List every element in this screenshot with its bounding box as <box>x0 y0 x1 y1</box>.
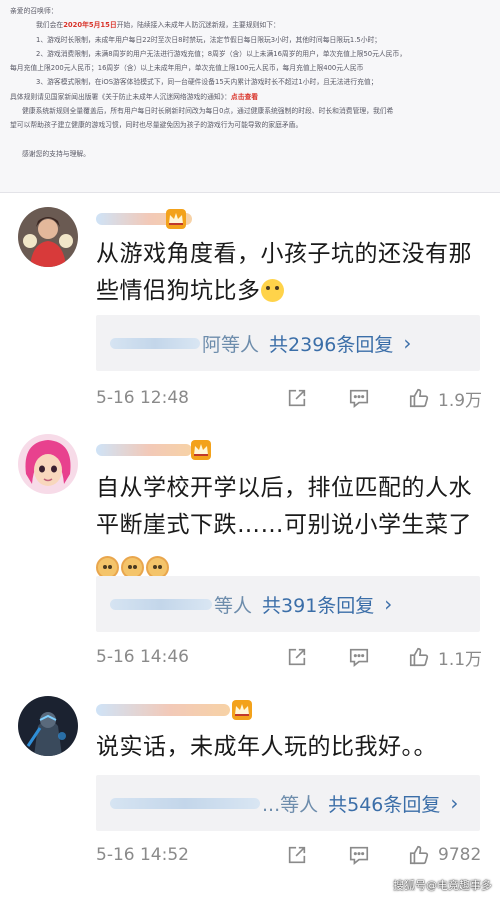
reply-count[interactable]: 共546条回复 <box>328 790 440 817</box>
avatar-cheerleader-image <box>18 207 78 267</box>
notice-line: 感谢您的支持与理解。 <box>22 149 90 158</box>
notice-line: 1、游戏时长限制，未成年用户每日22时至次日8时禁玩，法定节假日每日限玩3小时，… <box>36 35 382 44</box>
comment-time: 5-16 14:52 <box>96 845 189 865</box>
avatar-pink-hair-image <box>18 434 78 494</box>
comment-reply-icon[interactable] <box>346 385 372 411</box>
comment-time: 5-16 12:48 <box>96 388 189 408</box>
notice-line: 我们会在2020年5月15日开始，陆续接入未成年人防沉迷新规，主要规则如下： <box>36 21 280 30</box>
notice-line: 具体规则请见国家新闻出版署《关于防止未成年人沉迷网络游戏的通知》：点击查看 <box>10 92 259 101</box>
reply-user-blurred <box>110 797 260 809</box>
notice-blank-line <box>10 133 488 147</box>
thumbs-up-icon[interactable] <box>406 644 432 670</box>
reply-user-blurred <box>110 598 212 610</box>
notice-line: 每月充值上限200元人民币；16周岁（含）以上未成年用户，单次充值上限100元人… <box>10 64 364 73</box>
reply-summary[interactable]: ...等人 共546条回复 › <box>96 775 480 831</box>
share-icon[interactable] <box>284 842 310 868</box>
reply-count[interactable]: 共2396条回复 <box>269 330 393 357</box>
chevron-right-icon: › <box>384 592 393 616</box>
comment-time: 5-16 14:46 <box>96 647 189 667</box>
notice-greeting: 亲爱的召唤师： <box>10 7 58 15</box>
thumbs-up-icon[interactable] <box>406 842 432 868</box>
chevron-right-icon: › <box>403 331 412 355</box>
chevron-right-icon: › <box>450 791 459 815</box>
notice-line: 健康系统新规则全量覆盖后，所有用户每日时长刷新时间改为每日0点，通过健康系统强制… <box>22 107 394 116</box>
comment-reply-icon[interactable] <box>346 842 372 868</box>
comment-reply-icon[interactable] <box>346 644 372 670</box>
view-policy-link[interactable]: 点击查看 <box>231 93 258 101</box>
share-icon[interactable] <box>284 644 310 670</box>
comment-text: 从游戏角度看，小孩子坑的还没有那 些情侣狗坑比多 <box>96 241 472 304</box>
eye-roll-emoji <box>260 279 284 302</box>
comment-text: 自从学校开学以后，排位匹配的人水 平断崖式下跌……可别说小学生菜了 <box>96 470 476 581</box>
comment-meta: 5-16 12:48 1.9万 <box>96 383 488 413</box>
share-icon[interactable] <box>284 385 310 411</box>
comment-meta: 5-16 14:46 1.1万 <box>96 642 488 672</box>
reply-user-blurred <box>110 337 200 349</box>
vip-crown-icon <box>191 440 211 460</box>
username-blurred[interactable] <box>96 444 192 456</box>
announcement-notice: 亲爱的召唤师： 我们会在2020年5月15日开始，陆续接入未成年人防沉迷新规，主… <box>0 0 500 193</box>
vip-crown-icon <box>166 209 186 229</box>
reply-count[interactable]: 共391条回复 <box>262 591 374 618</box>
reply-summary[interactable]: 阿等人 共2396条回复 › <box>96 315 480 371</box>
like-count: 9782 <box>438 845 482 865</box>
avatar[interactable] <box>18 207 78 267</box>
notice-line: 2、游戏消费限制，未满8周岁的用户无法进行游戏充值；8周岁（含）以上未满16周岁… <box>36 49 407 58</box>
avatar-dark-warrior-image <box>18 696 78 756</box>
reply-user-suffix: 阿等人 <box>202 333 260 356</box>
comment-meta: 5-16 14:52 9782 <box>96 840 488 870</box>
notice-line: 3、游客模式限制，在iOS游客体验模式下，同一台硬件设备15天内累计游戏时长不超… <box>36 78 378 87</box>
reply-user-suffix: ...等人 <box>262 793 319 816</box>
reply-user-suffix: 等人 <box>214 594 253 617</box>
username-blurred[interactable] <box>96 704 230 716</box>
avatar[interactable] <box>18 434 78 494</box>
reply-summary[interactable]: 等人 共391条回复 › <box>96 576 480 632</box>
vip-crown-icon <box>232 700 252 720</box>
notice-line: 望可以帮助孩子建立健康的游戏习惯，同时也尽量避免因为孩子的游戏行为可能导致的家庭… <box>10 121 303 130</box>
comment-text: 说实话，未成年人玩的比我好。。 <box>96 734 437 760</box>
thumbs-up-icon[interactable] <box>406 385 432 411</box>
like-count: 1.1万 <box>438 649 483 670</box>
watermark: 搜狐号@电竞趣事多 <box>393 879 492 892</box>
avatar[interactable] <box>18 696 78 756</box>
like-count: 1.9万 <box>438 390 483 411</box>
